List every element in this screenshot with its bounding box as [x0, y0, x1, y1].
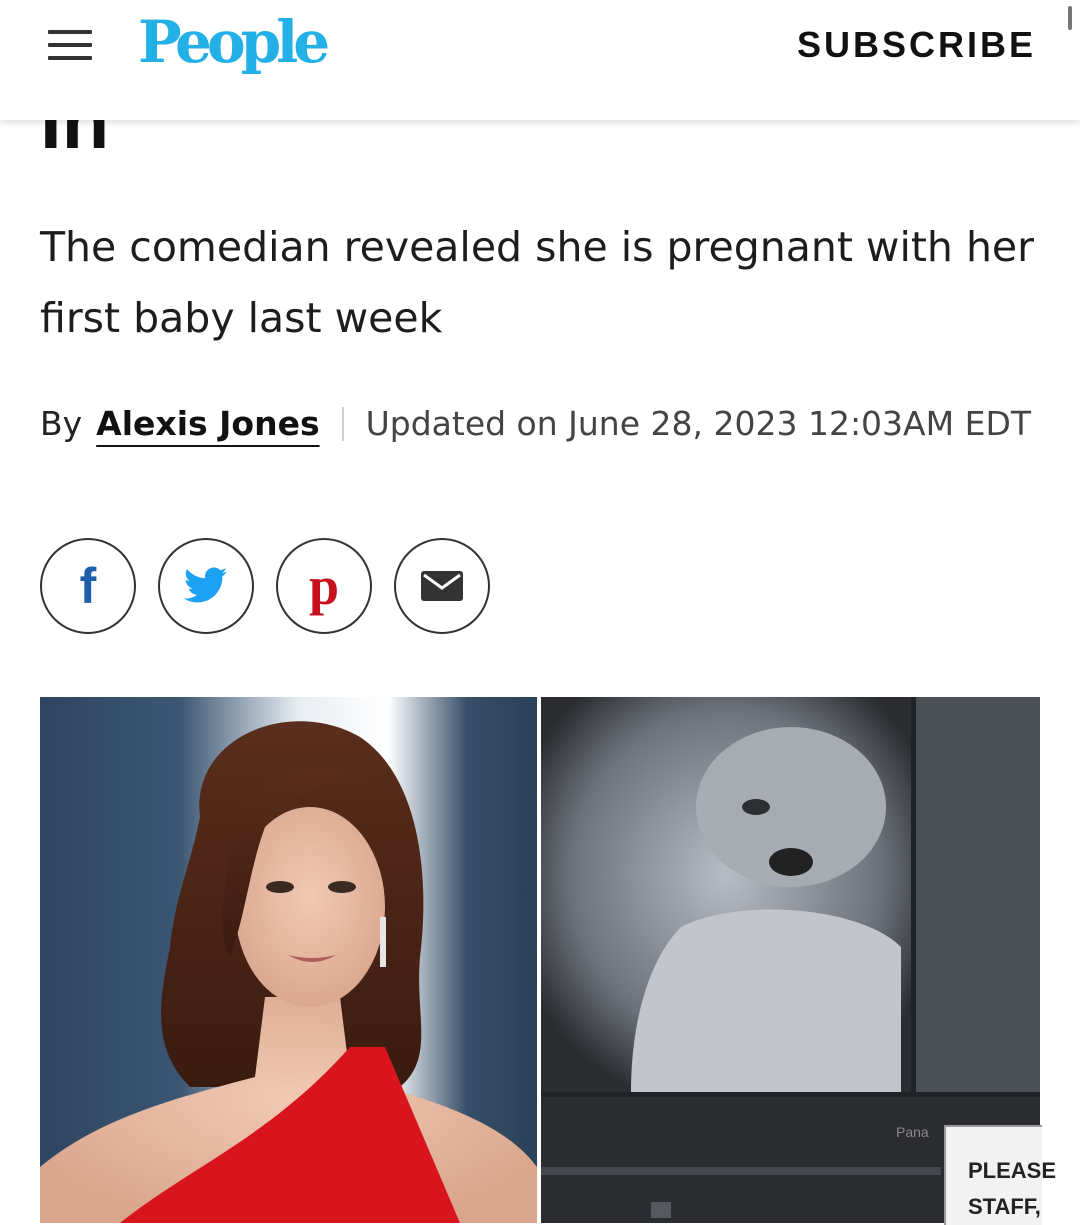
subscribe-button[interactable]: SUBSCRIBE: [797, 24, 1036, 66]
people-logo[interactable]: People: [138, 8, 330, 76]
author-link[interactable]: Alexis Jones: [96, 404, 319, 443]
portrait-photo-art: [40, 721, 537, 1223]
email-icon: [421, 571, 463, 601]
article-subtitle: The comedian revealed she is pregnant wi…: [40, 223, 1035, 342]
byline: By Alexis Jones Updated on June 28, 2023…: [40, 404, 1031, 443]
pinterest-share-button[interactable]: p: [276, 538, 372, 634]
paper-sign: PLEASE STAFF,: [944, 1125, 1056, 1225]
byline-prefix: By: [40, 404, 83, 443]
updated-timestamp: Updated on June 28, 2023 12:03AM EDT: [365, 404, 1032, 443]
email-share-button[interactable]: [394, 538, 490, 634]
site-header: People SUBSCRIBE: [0, 0, 1080, 120]
pinterest-icon: p: [308, 556, 340, 616]
facebook-icon: f: [79, 558, 97, 614]
menu-icon[interactable]: [46, 28, 94, 62]
byline-divider: [341, 406, 344, 441]
monitor-brand-label: Pana: [896, 1124, 929, 1140]
scrollbar[interactable]: [1068, 6, 1072, 30]
twitter-share-button[interactable]: [158, 538, 254, 634]
share-bar: f p: [40, 538, 490, 634]
paper-sign-text: PLEASE STAFF,: [968, 1158, 1057, 1219]
twitter-icon: [184, 567, 227, 603]
facebook-share-button[interactable]: f: [40, 538, 136, 634]
portrait-photo: [40, 697, 537, 1223]
